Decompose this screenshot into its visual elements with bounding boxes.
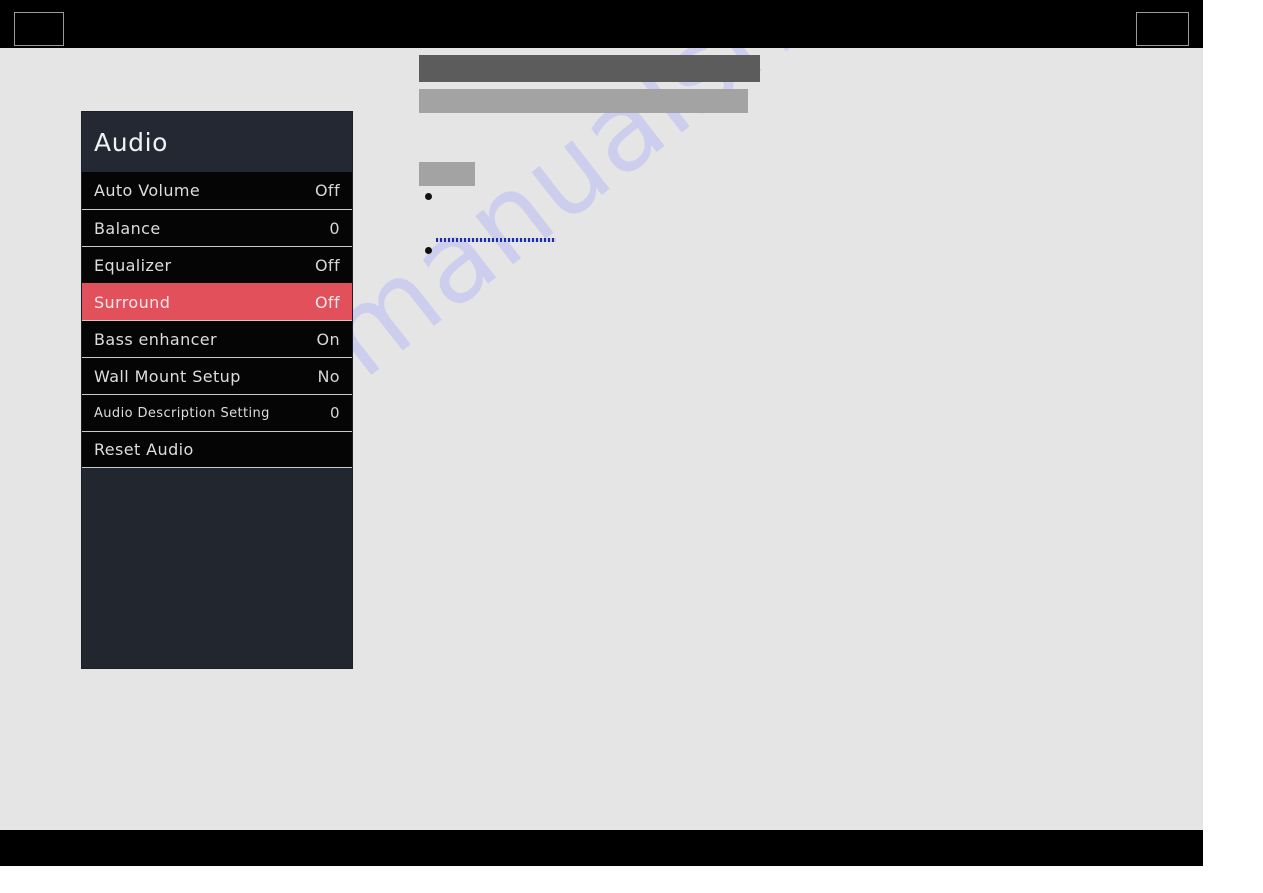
settings-row-audio-description-setting[interactable]: Audio Description Setting 0 bbox=[82, 394, 352, 431]
header-right-redaction-box bbox=[1136, 12, 1189, 46]
panel-header: Audio bbox=[82, 112, 352, 172]
header-left-redaction-box bbox=[14, 12, 64, 46]
settings-row-auto-volume[interactable]: Auto Volume Off bbox=[82, 172, 352, 209]
settings-row-reset-audio[interactable]: Reset Audio bbox=[82, 431, 352, 468]
settings-row-label: Surround bbox=[94, 292, 171, 312]
settings-row-value: No bbox=[317, 366, 340, 386]
settings-row-bass-enhancer[interactable]: Bass enhancer On bbox=[82, 320, 352, 357]
settings-row-value: Off bbox=[314, 292, 340, 312]
settings-list: Auto Volume Off Balance 0 Equalizer Off Surrou… bbox=[82, 172, 352, 468]
list-item-bullet bbox=[425, 193, 432, 200]
manual-page: manualshive.com Audio Auto Volume Off Bala… bbox=[0, 0, 1263, 893]
settings-row-value: Off bbox=[314, 255, 340, 275]
settings-row-label: Balance bbox=[94, 218, 161, 238]
settings-row-label: Bass enhancer bbox=[94, 329, 218, 349]
redacted-link-text bbox=[436, 238, 556, 242]
redacted-headline-bar bbox=[419, 55, 760, 82]
settings-row-label: Equalizer bbox=[94, 255, 172, 275]
page-title: Audio bbox=[94, 127, 169, 157]
footer-band bbox=[0, 830, 1203, 866]
audio-settings-panel: Audio Auto Volume Off Balance 0 Equalizer Off… bbox=[82, 112, 352, 668]
header-band bbox=[0, 0, 1203, 48]
redacted-label-chip bbox=[419, 162, 475, 186]
settings-row-surround[interactable]: Surround Off bbox=[82, 283, 352, 320]
settings-row-label: Auto Volume bbox=[94, 181, 201, 200]
settings-row-label: Reset Audio bbox=[94, 440, 194, 459]
settings-row-value: 0 bbox=[329, 218, 340, 238]
redacted-subheading-bar bbox=[419, 89, 748, 113]
settings-row-wall-mount-setup[interactable]: Wall Mount Setup No bbox=[82, 357, 352, 394]
list-item-bullet bbox=[425, 247, 432, 254]
settings-row-balance[interactable]: Balance 0 bbox=[82, 209, 352, 246]
settings-row-value: 0 bbox=[330, 404, 340, 422]
settings-row-label: Wall Mount Setup bbox=[94, 366, 241, 386]
settings-row-value: On bbox=[316, 329, 340, 349]
settings-row-equalizer[interactable]: Equalizer Off bbox=[82, 246, 352, 283]
settings-row-value: Off bbox=[314, 181, 340, 200]
page-body: manualshive.com Audio Auto Volume Off Bala… bbox=[0, 0, 1203, 866]
panel-empty-area bbox=[82, 468, 352, 668]
settings-row-label: Audio Description Setting bbox=[94, 405, 270, 421]
